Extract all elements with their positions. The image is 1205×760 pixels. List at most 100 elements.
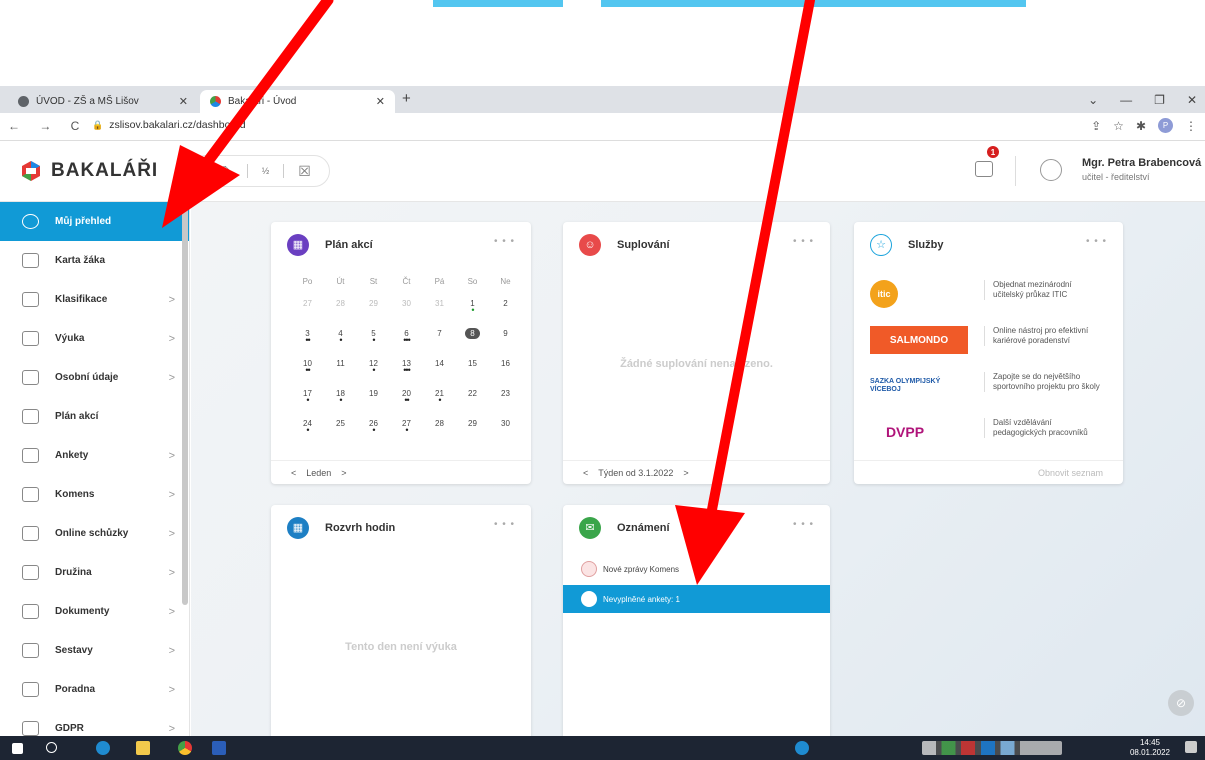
calendar-day[interactable]: 17 •: [291, 386, 324, 405]
maximize-icon[interactable]: ❐: [1154, 93, 1165, 107]
calendar-day[interactable]: 30: [489, 416, 522, 428]
chevron-right-icon[interactable]: >: [341, 468, 346, 478]
calendar-day[interactable]: 3 ••: [291, 326, 324, 345]
calendar-day[interactable]: 14: [423, 356, 456, 368]
close-icon[interactable]: ✕: [179, 95, 188, 108]
calendar-day[interactable]: 28: [324, 296, 357, 308]
calendar-day[interactable]: 29: [357, 296, 390, 308]
chevron-left-icon[interactable]: <: [291, 468, 296, 478]
calendar-day[interactable]: 16: [489, 356, 522, 368]
share-icon[interactable]: ⇪: [1091, 119, 1101, 133]
calendar-day[interactable]: 23: [489, 386, 522, 398]
browser-tab-active[interactable]: Bakaláři - Úvod ✕: [200, 90, 395, 113]
url-field[interactable]: 🔒 zslisov.bakalari.cz/dashboard: [92, 119, 246, 131]
system-tray-icons[interactable]: [922, 741, 1062, 755]
calendar-day[interactable]: 18 •: [324, 386, 357, 405]
calendar-day[interactable]: 5 •: [357, 326, 390, 345]
sidebar-item-online-schuzky[interactable]: Online schůzky >: [0, 514, 189, 553]
taskbar-clock[interactable]: 14:45 08.01.2022: [1130, 738, 1170, 758]
sidebar-scrollbar[interactable]: [182, 205, 188, 605]
chevron-left-icon[interactable]: <: [583, 468, 588, 478]
calendar-day[interactable]: 9: [489, 326, 522, 338]
calendar-day[interactable]: 7: [423, 326, 456, 338]
more-options-icon[interactable]: • • •: [1086, 236, 1107, 247]
calendar-day[interactable]: 22: [456, 386, 489, 398]
sidebar-item-klasifikace[interactable]: Klasifikace >: [0, 280, 189, 319]
more-options-icon[interactable]: • • •: [793, 519, 814, 530]
calendar-day[interactable]: 11: [324, 356, 357, 368]
sidebar-item-ankety[interactable]: Ankety >: [0, 436, 189, 475]
close-window-icon[interactable]: ✕: [1187, 93, 1197, 107]
profile-avatar-icon[interactable]: P: [1158, 118, 1173, 133]
chrome-icon[interactable]: [178, 741, 192, 755]
calendar-day[interactable]: 28: [423, 416, 456, 428]
edit-icon[interactable]: ✎: [221, 163, 233, 180]
chevron-right-icon[interactable]: >: [683, 468, 688, 478]
service-item-itic[interactable]: itic Objednat mezinárodní učitelský průk…: [854, 272, 1123, 318]
more-options-icon[interactable]: • • •: [793, 236, 814, 247]
sidebar-item-komens[interactable]: Komens >: [0, 475, 189, 514]
sidebar-item-osobni-udaje[interactable]: Osobní údaje >: [0, 358, 189, 397]
calendar-day[interactable]: 31: [423, 296, 456, 308]
grades-icon[interactable]: ½: [262, 166, 270, 176]
sidebar-item-sestavy[interactable]: Sestavy >: [0, 631, 189, 670]
calendar-day-today[interactable]: 8: [456, 326, 489, 339]
sidebar-item-plan-akci[interactable]: Plán akcí: [0, 397, 189, 436]
minimize-icon[interactable]: —: [1120, 93, 1132, 107]
calendar-day[interactable]: 1 •: [456, 296, 489, 315]
calendar-day[interactable]: 10 ••: [291, 356, 324, 375]
sidebar-item-poradna[interactable]: Poradna >: [0, 670, 189, 709]
brand-logo[interactable]: BAKALÁŘI: [20, 160, 158, 182]
notification-item-komens[interactable]: Nové zprávy Komens: [563, 555, 830, 583]
sidebar-item-vyuka[interactable]: Výuka >: [0, 319, 189, 358]
windows-start-icon[interactable]: [12, 743, 23, 754]
refresh-link[interactable]: Obnovit seznam: [1038, 468, 1103, 478]
calendar-day[interactable]: 27: [291, 296, 324, 308]
menu-icon[interactable]: ⋮: [1185, 119, 1197, 133]
sidebar-item-karta-zaka[interactable]: Karta žáka: [0, 241, 189, 280]
calendar-day[interactable]: 2: [489, 296, 522, 308]
edge-icon[interactable]: [96, 741, 110, 755]
word-icon[interactable]: [212, 741, 226, 755]
close-icon[interactable]: ✕: [376, 95, 385, 108]
calendar-day[interactable]: 12 •: [357, 356, 390, 375]
user-icon[interactable]: [1040, 159, 1062, 181]
messages-icon[interactable]: [975, 161, 993, 177]
notifications-icon[interactable]: [1185, 741, 1197, 753]
calendar-day[interactable]: 15: [456, 356, 489, 368]
hide-eye-icon[interactable]: ⊘: [1168, 690, 1194, 716]
calendar-day[interactable]: 13 •••: [390, 356, 423, 375]
calendar-day[interactable]: 6 •••: [390, 326, 423, 345]
calendar-day[interactable]: 25: [324, 416, 357, 428]
calendar-day[interactable]: 27 •: [390, 416, 423, 435]
calendar-day[interactable]: 24 •: [291, 416, 324, 435]
sidebar-item-druzina[interactable]: Družina >: [0, 553, 189, 592]
sidebar-item-muj-prehled[interactable]: Můj přehled: [0, 202, 189, 241]
more-options-icon[interactable]: • • •: [494, 236, 515, 247]
absence-icon[interactable]: ☒: [298, 163, 311, 180]
sidebar-item-dokumenty[interactable]: Dokumenty >: [0, 592, 189, 631]
sidebar-item-gdpr[interactable]: GDPR >: [0, 709, 189, 736]
calendar-day[interactable]: 29: [456, 416, 489, 428]
chevron-down-icon[interactable]: ⌄: [1088, 93, 1098, 107]
file-explorer-icon[interactable]: [136, 741, 150, 755]
service-item-sazka[interactable]: SAZKA OLYMPIJSKÝ VÍCEBOJ Zapojte se do n…: [854, 364, 1123, 410]
calendar-day[interactable]: 19: [357, 386, 390, 398]
calendar-day[interactable]: 26 •: [357, 416, 390, 435]
extensions-icon[interactable]: ✱: [1136, 119, 1146, 133]
star-icon[interactable]: ☆: [1113, 119, 1124, 133]
service-item-salmondo[interactable]: SALMONDO Online nástroj pro efektivní ka…: [854, 318, 1123, 364]
calendar-day[interactable]: 20 ••: [390, 386, 423, 405]
search-icon[interactable]: [46, 742, 57, 753]
more-options-icon[interactable]: • • •: [494, 519, 515, 530]
notification-item-ankety[interactable]: Nevyplněné ankety: 1: [563, 585, 830, 613]
browser-tab[interactable]: ÚVOD - ZŠ a MŠ Lišov ✕: [8, 90, 198, 113]
user-name[interactable]: Mgr. Petra Brabencová: [1082, 157, 1201, 169]
new-tab-icon[interactable]: +: [402, 90, 411, 107]
calendar-day[interactable]: 30: [390, 296, 423, 308]
calendar-day[interactable]: 4 •: [324, 326, 357, 345]
service-item-dvpp[interactable]: DVPP Další vzdělávání pedagogických prac…: [854, 410, 1123, 456]
help-icon[interactable]: [795, 741, 809, 755]
calendar-day[interactable]: 21 •: [423, 386, 456, 405]
nav-buttons[interactable]: ← → C: [8, 119, 87, 133]
